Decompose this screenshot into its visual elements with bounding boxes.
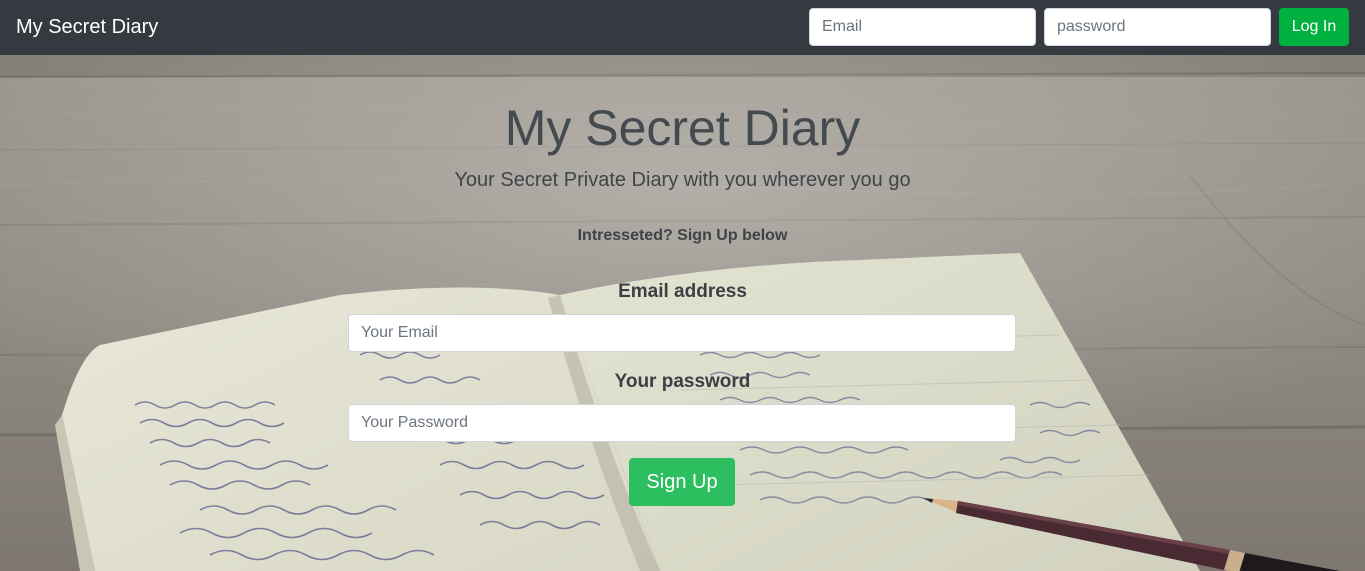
page-subtitle: Your Secret Private Diary with you where…: [454, 169, 911, 191]
password-label: Your password: [614, 371, 751, 392]
login-button[interactable]: Log In: [1279, 8, 1349, 46]
signup-prompt: Intresseted? Sign Up below: [577, 227, 788, 244]
signup-email-input[interactable]: [348, 314, 1016, 352]
navbar-email-input[interactable]: [809, 8, 1036, 46]
page-title: My Secret Diary: [504, 100, 861, 156]
signup-password-input[interactable]: [348, 404, 1016, 442]
signup-section: My Secret Diary Your Secret Private Diar…: [0, 55, 1365, 571]
navbar-password-input[interactable]: [1044, 8, 1271, 46]
brand-title[interactable]: My Secret Diary: [16, 14, 158, 40]
signup-button[interactable]: Sign Up: [629, 458, 735, 506]
email-label: Email address: [618, 281, 747, 302]
top-navbar: My Secret Diary Log In: [0, 0, 1365, 55]
